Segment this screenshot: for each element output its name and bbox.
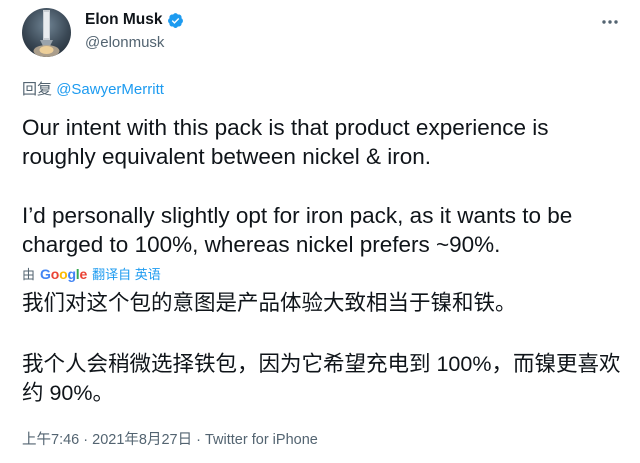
author-name-row[interactable]: Elon Musk	[85, 11, 184, 29]
tweet-meta: 上午7:46 · 2021年8月27日 · Twitter for iPhone	[22, 428, 318, 449]
reply-mention-link[interactable]: @SawyerMerritt	[56, 81, 164, 98]
author-handle[interactable]: @elonmusk	[85, 34, 164, 51]
display-name[interactable]: Elon Musk	[85, 11, 163, 29]
meta-separator: ·	[83, 432, 89, 448]
tweet-card: Elon Musk @elonmusk 回复 @SawyerMerritt Ou…	[0, 0, 640, 463]
reply-prefix: 回复	[22, 81, 53, 98]
google-logo-letter: o	[50, 265, 60, 282]
meta-separator: ·	[196, 432, 201, 448]
translation-attribution: 由 Google 翻译自 英语	[22, 264, 161, 283]
translation-by-label: 由	[22, 267, 36, 282]
translated-paragraph-2: 我个人会稍微选择铁包，因为它希望充电到 100%，而镍更喜欢约 90%。	[22, 352, 621, 405]
tweet-source[interactable]: Twitter for iPhone	[205, 432, 318, 448]
google-logo-letter: g	[67, 265, 76, 282]
google-logo: Google	[40, 266, 87, 282]
google-logo-letter: e	[79, 265, 88, 282]
verified-badge-icon	[167, 12, 184, 29]
tweet-paragraph-1: Our intent with this pack is that produc…	[22, 115, 549, 169]
tweet-date[interactable]: 2021年8月27日	[92, 432, 192, 448]
avatar[interactable]	[22, 8, 71, 57]
translated-paragraph-1: 我们对这个包的意图是产品体验大致相当于镍和铁。	[22, 291, 517, 315]
more-horizontal-icon[interactable]	[600, 12, 620, 37]
tweet-paragraph-2: I’d personally slightly opt for iron pac…	[22, 203, 573, 257]
google-logo-letter: G	[40, 265, 51, 282]
translated-from-link[interactable]: 翻译自 英语	[92, 264, 161, 283]
tweet-time[interactable]: 上午7:46	[22, 432, 79, 448]
rocket-avatar-icon	[33, 10, 60, 57]
reply-context: 回复 @SawyerMerritt	[22, 78, 164, 99]
